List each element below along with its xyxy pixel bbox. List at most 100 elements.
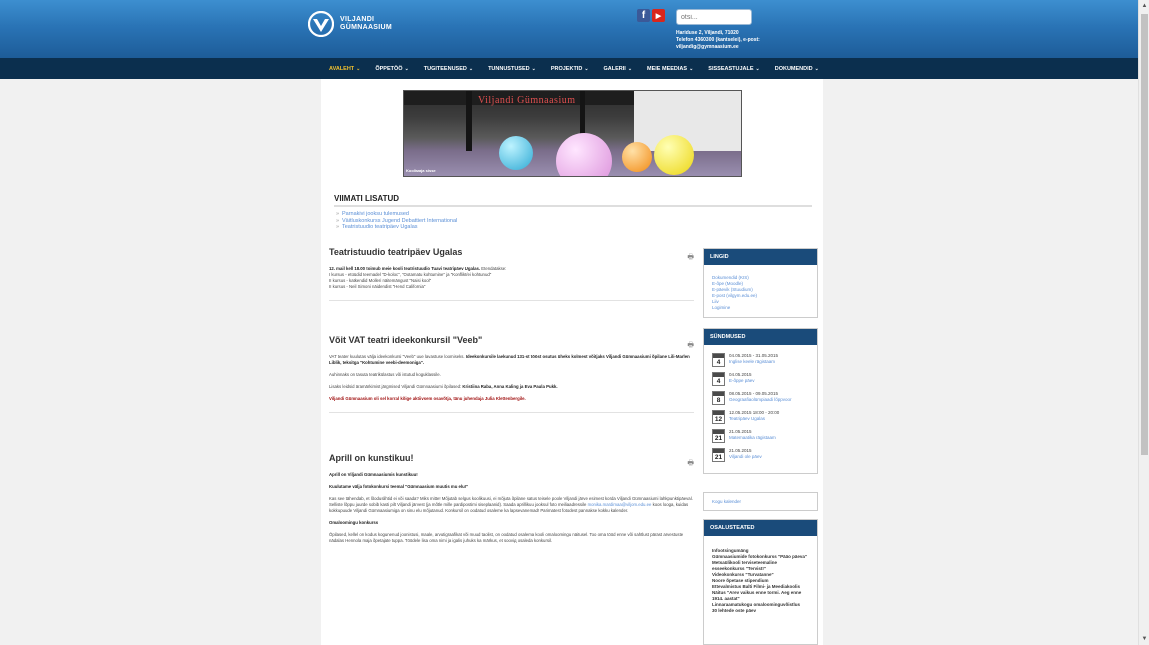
event-name[interactable]: E-õppe päev: [729, 378, 755, 384]
chevron-down-icon: ⌄: [468, 65, 474, 72]
banner-caption: Kooliмaja sisse: [406, 168, 436, 173]
article-paragraph: Aprill on Viljandi Gümnaasiumis kunstiku…: [329, 472, 694, 478]
facebook-icon[interactable]: f: [637, 9, 650, 22]
article-paragraph: Kuulutame välja fotokonkursi teemal "Güm…: [329, 484, 694, 490]
social-links: f ▶: [637, 9, 665, 22]
menu-item-avaleht[interactable]: AVALEHT ⌄: [329, 66, 360, 72]
article-paragraph: Viljandi Gümnaasium oli sel korral kõige…: [329, 396, 526, 401]
scroll-thumb[interactable]: [1141, 14, 1148, 455]
event-item[interactable]: 12 12.05.2015 18:00 - 20:00 Teatripäev Ug…: [712, 410, 809, 424]
event-item[interactable]: 4 04.05.2015 - 31.05.2015 Inglise keele r…: [712, 353, 809, 367]
calendar-day: 8: [716, 397, 721, 404]
box-body: Infootsingumäng Gümnaasiumide fotokonkur…: [704, 536, 817, 620]
recent-list: Parnakivi jooksu tulemused Väitluskonkur…: [334, 211, 812, 231]
calendar-day: 12: [714, 416, 723, 423]
notice-item[interactable]: Näitus "Arev vaikus enne tormi. Aeg enne…: [712, 590, 809, 602]
notice-item[interactable]: 30 lehtede oste päev: [712, 608, 809, 614]
calendar-link-box: Kogu kalender: [703, 492, 818, 511]
contact-info: Hariduse 2, Viljandi, 71020 Telefon 4360…: [676, 30, 796, 51]
divider: [329, 300, 694, 301]
event-name[interactable]: Matemaatika rägistaam: [729, 435, 776, 441]
event-item[interactable]: 8 08.05.2015 - 09.05.2015 Geograafiaolümp…: [712, 391, 809, 405]
print-icon[interactable]: 🖶: [687, 459, 694, 470]
article-paragraph: Auhinnaks on tasuta teatrikülastus või i…: [329, 372, 441, 377]
article-bold: Kristiina Raba, Anna Kaling ja Eva Paula…: [462, 384, 558, 389]
article-lead: 12. mail kell 18.00 toimub meie kooli te…: [329, 266, 481, 271]
article-text: VAT teater kuulutas välja ideekonkursi "…: [329, 354, 466, 359]
site-logo[interactable]: VILJANDI GÜMNAASIUM: [308, 11, 392, 37]
menu-item-galerii[interactable]: GALERII ⌄: [604, 66, 633, 72]
event-name[interactable]: Teatripäev Ugalas: [729, 416, 779, 422]
contact-phone: Telefon 4360300 (kantselei), e-post:: [676, 37, 760, 43]
print-icon[interactable]: 🖶: [687, 341, 694, 352]
article-text: II kursus - katkendid Molleri näitemängu…: [329, 278, 432, 283]
article-teatripaev: Teatristuudio teatripäev Ugalas 🖶 12. ma…: [329, 247, 694, 301]
lingid-box: LINGID Dokumendid (KIS) E-õpe (Moodle) E…: [703, 248, 818, 318]
event-item[interactable]: 21 21.05.2015 Viljandi ole päev: [712, 448, 809, 462]
calendar-icon: 8: [712, 391, 725, 405]
calendar-icon: 21: [712, 429, 725, 443]
article-body: VAT teater kuulutas välja ideekonkursi "…: [329, 354, 694, 402]
article-body: Aprill on Viljandi Gümnaasiumis kunstiku…: [329, 472, 694, 544]
calendar-link[interactable]: Kogu kalender: [712, 499, 809, 505]
divider: [329, 412, 694, 413]
menu-item-projektid[interactable]: PROJEKTID ⌄: [551, 66, 589, 72]
contact-email[interactable]: viljandig@gymnaasium.ee: [676, 44, 796, 51]
chevron-down-icon: ⌄: [814, 65, 819, 72]
menu-list: AVALEHT ⌄ ÕPPETÖÖ ⌄ TUGITEENUSED ⌄ TUNNUSTU…: [329, 58, 834, 79]
site-header: VILJANDI GÜMNAASIUM f ▶ Hariduse 2, Vilj…: [0, 0, 1138, 58]
print-icon[interactable]: 🖶: [687, 253, 694, 264]
recent-title: VIIMATI LISATUD: [334, 194, 812, 207]
calendar-icon: 4: [712, 372, 725, 386]
scroll-down-icon[interactable]: ▼: [1139, 633, 1149, 645]
email-link[interactable]: monika.mardimaa@viljom.edu.ee: [588, 502, 652, 507]
youtube-icon[interactable]: ▶: [652, 9, 665, 22]
event-item[interactable]: 4 04.05.2015 E-õppe päev: [712, 372, 809, 386]
logo-line-1: VILJANDI: [340, 16, 375, 23]
article-text: Etendatakse:: [480, 266, 507, 271]
chevron-down-icon: ⌄: [689, 65, 694, 72]
link-item[interactable]: Logimine: [712, 305, 809, 311]
menu-item-meie-meedias[interactable]: MEIE MEEDIAS ⌄: [647, 66, 693, 72]
event-name[interactable]: Viljandi ole päev: [729, 454, 762, 460]
calendar-icon: 12: [712, 410, 725, 424]
menu-item-dokumendid[interactable]: DOKUMENDID ⌄: [775, 66, 819, 72]
article-vat-teater: Võit VAT teatri ideekonkursil "Veeb" 🖶 V…: [329, 335, 694, 413]
page-scrollbar[interactable]: ▲ ▼: [1138, 0, 1149, 645]
event-item[interactable]: 21 21.05.2015 Matemaatika rägistaam: [712, 429, 809, 443]
recent-link[interactable]: Teatristuudio teatripäev Ugalas: [334, 224, 812, 231]
contact-address: Hariduse 2, Viljandi, 71020: [676, 30, 739, 36]
banner-ball: [556, 133, 612, 176]
menu-item-tunnustused[interactable]: TUNNUSTUSED ⌄: [488, 66, 536, 72]
chevron-down-icon: ⌄: [356, 65, 361, 72]
box-body: 4 04.05.2015 - 31.05.2015 Inglise keele r…: [704, 345, 817, 473]
menu-item-label: ÕPPETÖÖ: [375, 65, 403, 72]
article-title[interactable]: Võit VAT teatri ideekonkursil "Veeb": [329, 335, 694, 345]
scroll-up-icon[interactable]: ▲: [1139, 0, 1149, 12]
article-kunstikuu: Aprill on kunstikuu! 🖶 Aprill on Viljand…: [329, 453, 694, 550]
search-input[interactable]: [676, 9, 752, 25]
menu-item-label: AVALEHT: [329, 65, 355, 72]
event-name[interactable]: Inglise keele rägistaam: [729, 359, 778, 365]
article-title[interactable]: Teatristuudio teatripäev Ugalas: [329, 247, 694, 257]
menu-item-oppetoo[interactable]: ÕPPETÖÖ ⌄: [375, 66, 408, 72]
menu-item-tugiteenused[interactable]: TUGITEENUSED ⌄: [424, 66, 473, 72]
menu-item-label: DOKUMENDID: [774, 65, 813, 72]
banner-sign: Viljandi Gümnaasium: [478, 95, 576, 106]
menu-item-label: GALERII: [603, 65, 626, 72]
logo-line-2: GÜMNAASIUM: [340, 24, 392, 31]
article-paragraph: 12. mail kell 18.00 toimub meie kooli te…: [329, 266, 694, 290]
notice-item[interactable]: Metsaülikooli terviseteemaline esseekonk…: [712, 560, 809, 572]
article-bold: Aprill on Viljandi Gümnaasiumis kunstiku…: [329, 472, 418, 477]
chevron-down-icon: ⌄: [627, 65, 633, 72]
recent-section: VIIMATI LISATUD Parnakivi jooksu tulemus…: [334, 194, 812, 231]
box-body: Kogu kalender: [704, 493, 817, 511]
menu-item-label: TUGITEENUSED: [423, 65, 467, 72]
event-name[interactable]: Geograafiaolümpiaadi lõppvoor: [729, 397, 792, 403]
article-bold: Omaloomingu konkurss: [329, 520, 379, 525]
box-title: LINGID: [704, 249, 817, 265]
menu-item-sisseastujale[interactable]: SISSEASTUJALE ⌄: [708, 66, 759, 72]
article-title[interactable]: Aprill on kunstikuu!: [329, 453, 694, 463]
chevron-down-icon: ⌄: [584, 65, 589, 72]
chevron-down-icon: ⌄: [404, 65, 409, 72]
